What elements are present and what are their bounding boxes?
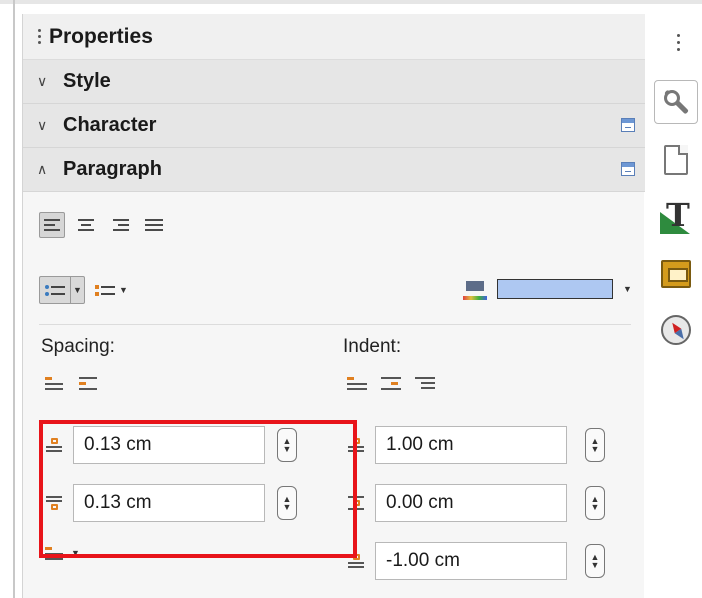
align-left-button[interactable]	[39, 212, 65, 238]
background-color-icon	[463, 278, 487, 300]
decrease-paragraph-spacing-icon[interactable]	[79, 374, 101, 392]
section-style-label: Style	[63, 70, 111, 92]
chevron-down-icon: ▼	[119, 285, 128, 295]
divider	[39, 324, 631, 325]
sidebar-menu-icon[interactable]	[677, 34, 680, 51]
below-spacing-field[interactable]: 0.13 cm	[73, 484, 265, 522]
above-paragraph-spacing: 0.13 cm ▲ ▼	[43, 426, 297, 464]
increase-paragraph-spacing-icon[interactable]	[45, 374, 67, 392]
after-text-indent-field[interactable]: 0.00 cm	[375, 484, 567, 522]
spacing-toolbar	[45, 374, 101, 392]
sidebar-left-border	[13, 0, 15, 598]
before-text-indent-spin-button[interactable]: ▲ ▼	[585, 428, 605, 462]
align-center-button[interactable]	[73, 212, 99, 238]
paragraph-more-options-icon[interactable]	[621, 162, 635, 176]
alignment-toolbar	[39, 212, 167, 238]
bullet-list-icon[interactable]	[40, 277, 70, 303]
chevron-up-icon: ∧	[37, 161, 48, 177]
after-text-indent-icon	[345, 490, 367, 516]
sidebar-tab-bar: T	[650, 14, 702, 598]
character-more-options-icon[interactable]	[621, 118, 635, 132]
first-line-indent-field[interactable]: -1.00 cm	[375, 542, 567, 580]
section-character-header[interactable]: ∨ Character	[23, 104, 645, 148]
align-justify-button[interactable]	[141, 212, 167, 238]
first-line-indent: -1.00 cm ▲ ▼	[345, 542, 605, 580]
paragraph-background-color[interactable]: ▼	[463, 278, 632, 300]
styles-icon: T	[660, 196, 692, 234]
chevron-down-icon: ∨	[37, 117, 48, 133]
gallery-icon	[661, 260, 691, 288]
after-text-indent-spin-button[interactable]: ▲ ▼	[585, 486, 605, 520]
indent-toolbar	[347, 374, 437, 392]
tab-styles[interactable]: T	[654, 196, 698, 240]
chevron-down-icon: ∨	[37, 73, 48, 89]
before-text-indent: 1.00 cm ▲ ▼	[345, 426, 605, 464]
properties-panel: Properties ∨ Style ∨ Character ∧ Paragra…	[22, 14, 645, 598]
hanging-indent-icon[interactable]	[415, 374, 437, 392]
window-top-border	[0, 0, 702, 4]
section-paragraph-label: Paragraph	[63, 158, 162, 180]
grip-icon[interactable]	[33, 29, 45, 44]
after-text-indent: 0.00 cm ▲ ▼	[345, 484, 605, 522]
tab-navigator[interactable]	[654, 308, 698, 352]
before-text-indent-icon	[345, 432, 367, 458]
decrease-indent-icon[interactable]	[381, 374, 403, 392]
line-spacing-button[interactable]: ▼	[45, 544, 80, 562]
panel-title-bar: Properties	[23, 14, 645, 60]
above-spacing-field[interactable]: 0.13 cm	[73, 426, 265, 464]
background-color-swatch[interactable]	[497, 279, 613, 299]
before-text-indent-field[interactable]: 1.00 cm	[375, 426, 567, 464]
below-paragraph-spacing-icon	[43, 490, 65, 516]
section-style-header[interactable]: ∨ Style	[23, 60, 645, 104]
align-right-button[interactable]	[107, 212, 133, 238]
spacing-heading: Spacing:	[41, 336, 115, 357]
numbered-list-icon	[95, 284, 115, 296]
list-toolbar: ▼ ▼	[39, 276, 128, 304]
increase-indent-icon[interactable]	[347, 374, 369, 392]
below-spacing-spin-button[interactable]: ▲ ▼	[277, 486, 297, 520]
unordered-list-button[interactable]: ▼	[39, 276, 85, 304]
below-paragraph-spacing: 0.13 cm ▲ ▼	[43, 484, 297, 522]
above-spacing-spin-button[interactable]: ▲ ▼	[277, 428, 297, 462]
section-character-label: Character	[63, 114, 157, 136]
section-paragraph-header[interactable]: ∧ Paragraph	[23, 148, 645, 192]
indent-heading: Indent:	[343, 336, 402, 357]
above-paragraph-spacing-icon	[43, 432, 65, 458]
ordered-list-button[interactable]: ▼	[95, 284, 128, 296]
chevron-down-icon[interactable]: ▼	[70, 277, 84, 303]
tab-gallery[interactable]	[654, 252, 698, 296]
tab-page[interactable]	[654, 138, 698, 182]
page-icon	[664, 145, 688, 175]
navigator-icon	[661, 315, 691, 345]
chevron-down-icon: ▼	[71, 548, 80, 558]
chevron-down-icon[interactable]: ▼	[623, 284, 632, 294]
panel-title: Properties	[49, 24, 153, 48]
first-line-indent-icon	[345, 548, 367, 574]
line-spacing-icon	[45, 544, 67, 562]
first-line-indent-spin-button[interactable]: ▲ ▼	[585, 544, 605, 578]
line-spacing-toolbar: ▼	[45, 544, 80, 562]
tab-properties[interactable]	[654, 80, 698, 124]
properties-wrench-icon	[661, 87, 691, 117]
